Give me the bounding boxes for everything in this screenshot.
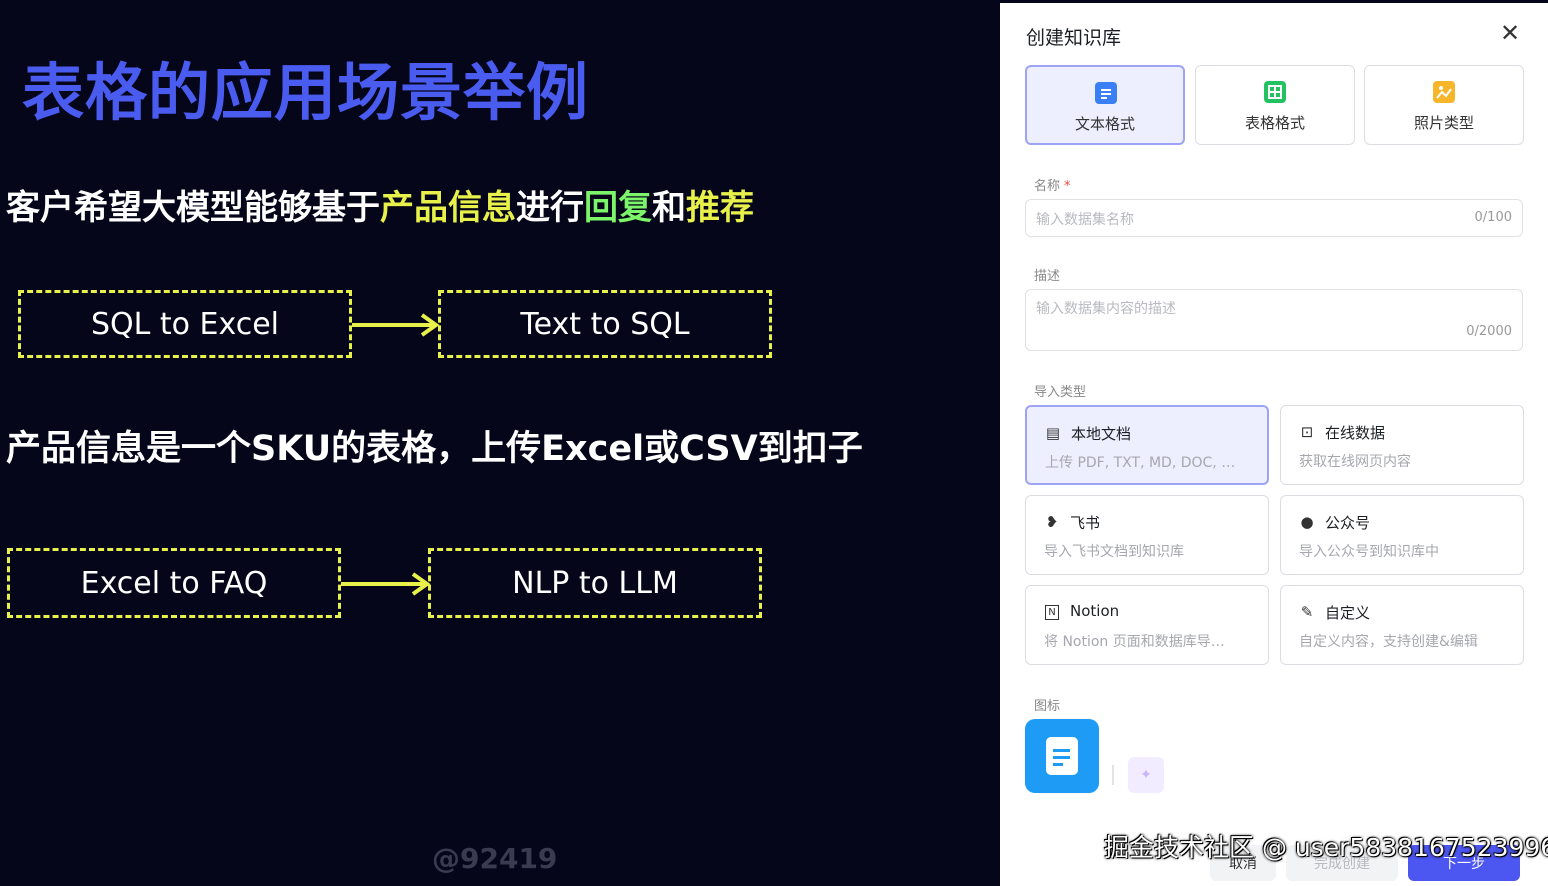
line1-highlight-product-info: 产品信息 (380, 188, 516, 228)
type-card-text[interactable]: 文本格式 (1025, 65, 1185, 145)
name-counter: 0/100 (1474, 210, 1512, 225)
table-icon (1264, 81, 1286, 103)
slide-panel: 表格的应用场景举例 客户希望大模型能够基于产品信息进行回复和推荐 SQL to … (0, 0, 1000, 886)
import-notion[interactable]: N Notion 将 Notion 页面和数据库导… (1025, 585, 1269, 665)
dialog-title: 创建知识库 (1026, 27, 1122, 49)
type-card-label: 照片类型 (1413, 114, 1474, 132)
import-online-data[interactable]: ⊡ 在线数据 获取在线网页内容 (1280, 405, 1524, 485)
edit-icon: ✎ (1300, 603, 1314, 621)
flow1-arrow-icon (352, 313, 440, 337)
import-card-sub: 导入公众号到知识库中 (1299, 544, 1439, 560)
type-card-label: 表格格式 (1244, 114, 1305, 132)
line1-part: 客户希望大模型能够基于 (6, 188, 380, 228)
import-card-sub: 获取在线网页内容 (1299, 454, 1411, 470)
flow2-right-box: NLP to LLM (428, 548, 762, 618)
name-field-label: 名称 * (1034, 175, 1071, 194)
import-card-title: 自定义 (1325, 604, 1371, 622)
line1-part: 进行 (516, 188, 584, 228)
import-card-title: 飞书 (1070, 514, 1101, 532)
import-card-sub: 将 Notion 页面和数据库导… (1044, 634, 1225, 650)
desc-counter: 0/2000 (1466, 324, 1512, 339)
import-card-sub: 自定义内容，支持创建&编辑 (1299, 634, 1478, 650)
import-card-sub: 上传 PDF, TXT, MD, DOC, … (1045, 455, 1236, 471)
line1-highlight-recommend: 推荐 (686, 188, 754, 228)
flow1-left-box: SQL to Excel (18, 290, 352, 358)
magic-wand-icon: ✦ (1140, 767, 1152, 783)
name-input[interactable]: 输入数据集名称 0/100 (1025, 199, 1523, 237)
flow2-left-box: Excel to FAQ (7, 548, 341, 618)
create-knowledge-base-dialog: 创建知识库 ✕ 文本格式 表格格式 照片类型 名称 * 输入数据集名称 0/100… (1000, 3, 1548, 886)
type-card-image[interactable]: 照片类型 (1364, 65, 1524, 145)
desc-placeholder: 输入数据集内容的描述 (1036, 301, 1176, 317)
close-icon[interactable]: ✕ (1500, 19, 1520, 47)
site-watermark: 掘金技术社区 @ user5838167523996 (1104, 833, 1548, 862)
wechat-icon: ● (1300, 513, 1314, 531)
import-feishu[interactable]: ❥ 飞书 导入飞书文档到知识库 (1025, 495, 1269, 575)
document-icon: ▤ (1045, 424, 1061, 442)
image-icon (1433, 81, 1455, 103)
name-input-placeholder: 输入数据集名称 (1036, 212, 1134, 228)
flow2-arrow-icon (341, 572, 431, 596)
import-wechat-official[interactable]: ● 公众号 导入公众号到知识库中 (1280, 495, 1524, 575)
import-card-title: 本地文档 (1071, 425, 1132, 443)
import-card-title: Notion (1070, 602, 1120, 620)
slide-line-2: 产品信息是一个SKU的表格，上传Excel或CSV到扣子 (6, 429, 863, 469)
slide-line-1: 客户希望大模型能够基于产品信息进行回复和推荐 (6, 180, 754, 229)
generate-icon-button[interactable]: ✦ (1128, 757, 1164, 793)
import-local-document[interactable]: ▤ 本地文档 上传 PDF, TXT, MD, DOC, … (1025, 405, 1269, 485)
flow1-right-box: Text to SQL (438, 290, 772, 358)
import-card-title: 在线数据 (1325, 424, 1386, 442)
name-label-text: 名称 (1034, 179, 1061, 194)
slide-watermark: @92419 (432, 842, 558, 875)
type-card-label: 文本格式 (1074, 115, 1135, 133)
slide-title: 表格的应用场景举例 (22, 56, 590, 129)
required-mark: * (1064, 179, 1071, 194)
line1-part: 和 (652, 188, 686, 228)
import-type-label: 导入类型 (1034, 385, 1087, 400)
document-icon (1046, 737, 1078, 775)
icon-field-label: 图标 (1034, 699, 1061, 714)
divider (1112, 765, 1114, 785)
description-textarea[interactable]: 输入数据集内容的描述 0/2000 (1025, 289, 1523, 351)
line1-highlight-reply: 回复 (584, 188, 652, 228)
import-card-sub: 导入飞书文档到知识库 (1044, 544, 1184, 560)
text-doc-icon (1095, 82, 1117, 104)
notion-icon: N (1045, 605, 1059, 620)
type-card-table[interactable]: 表格格式 (1195, 65, 1355, 145)
feishu-icon: ❥ (1045, 513, 1059, 531)
import-card-title: 公众号 (1325, 514, 1371, 532)
knowledge-base-icon[interactable] (1025, 719, 1099, 793)
import-custom[interactable]: ✎ 自定义 自定义内容，支持创建&编辑 (1280, 585, 1524, 665)
desc-field-label: 描述 (1034, 269, 1061, 284)
web-data-icon: ⊡ (1300, 423, 1314, 441)
